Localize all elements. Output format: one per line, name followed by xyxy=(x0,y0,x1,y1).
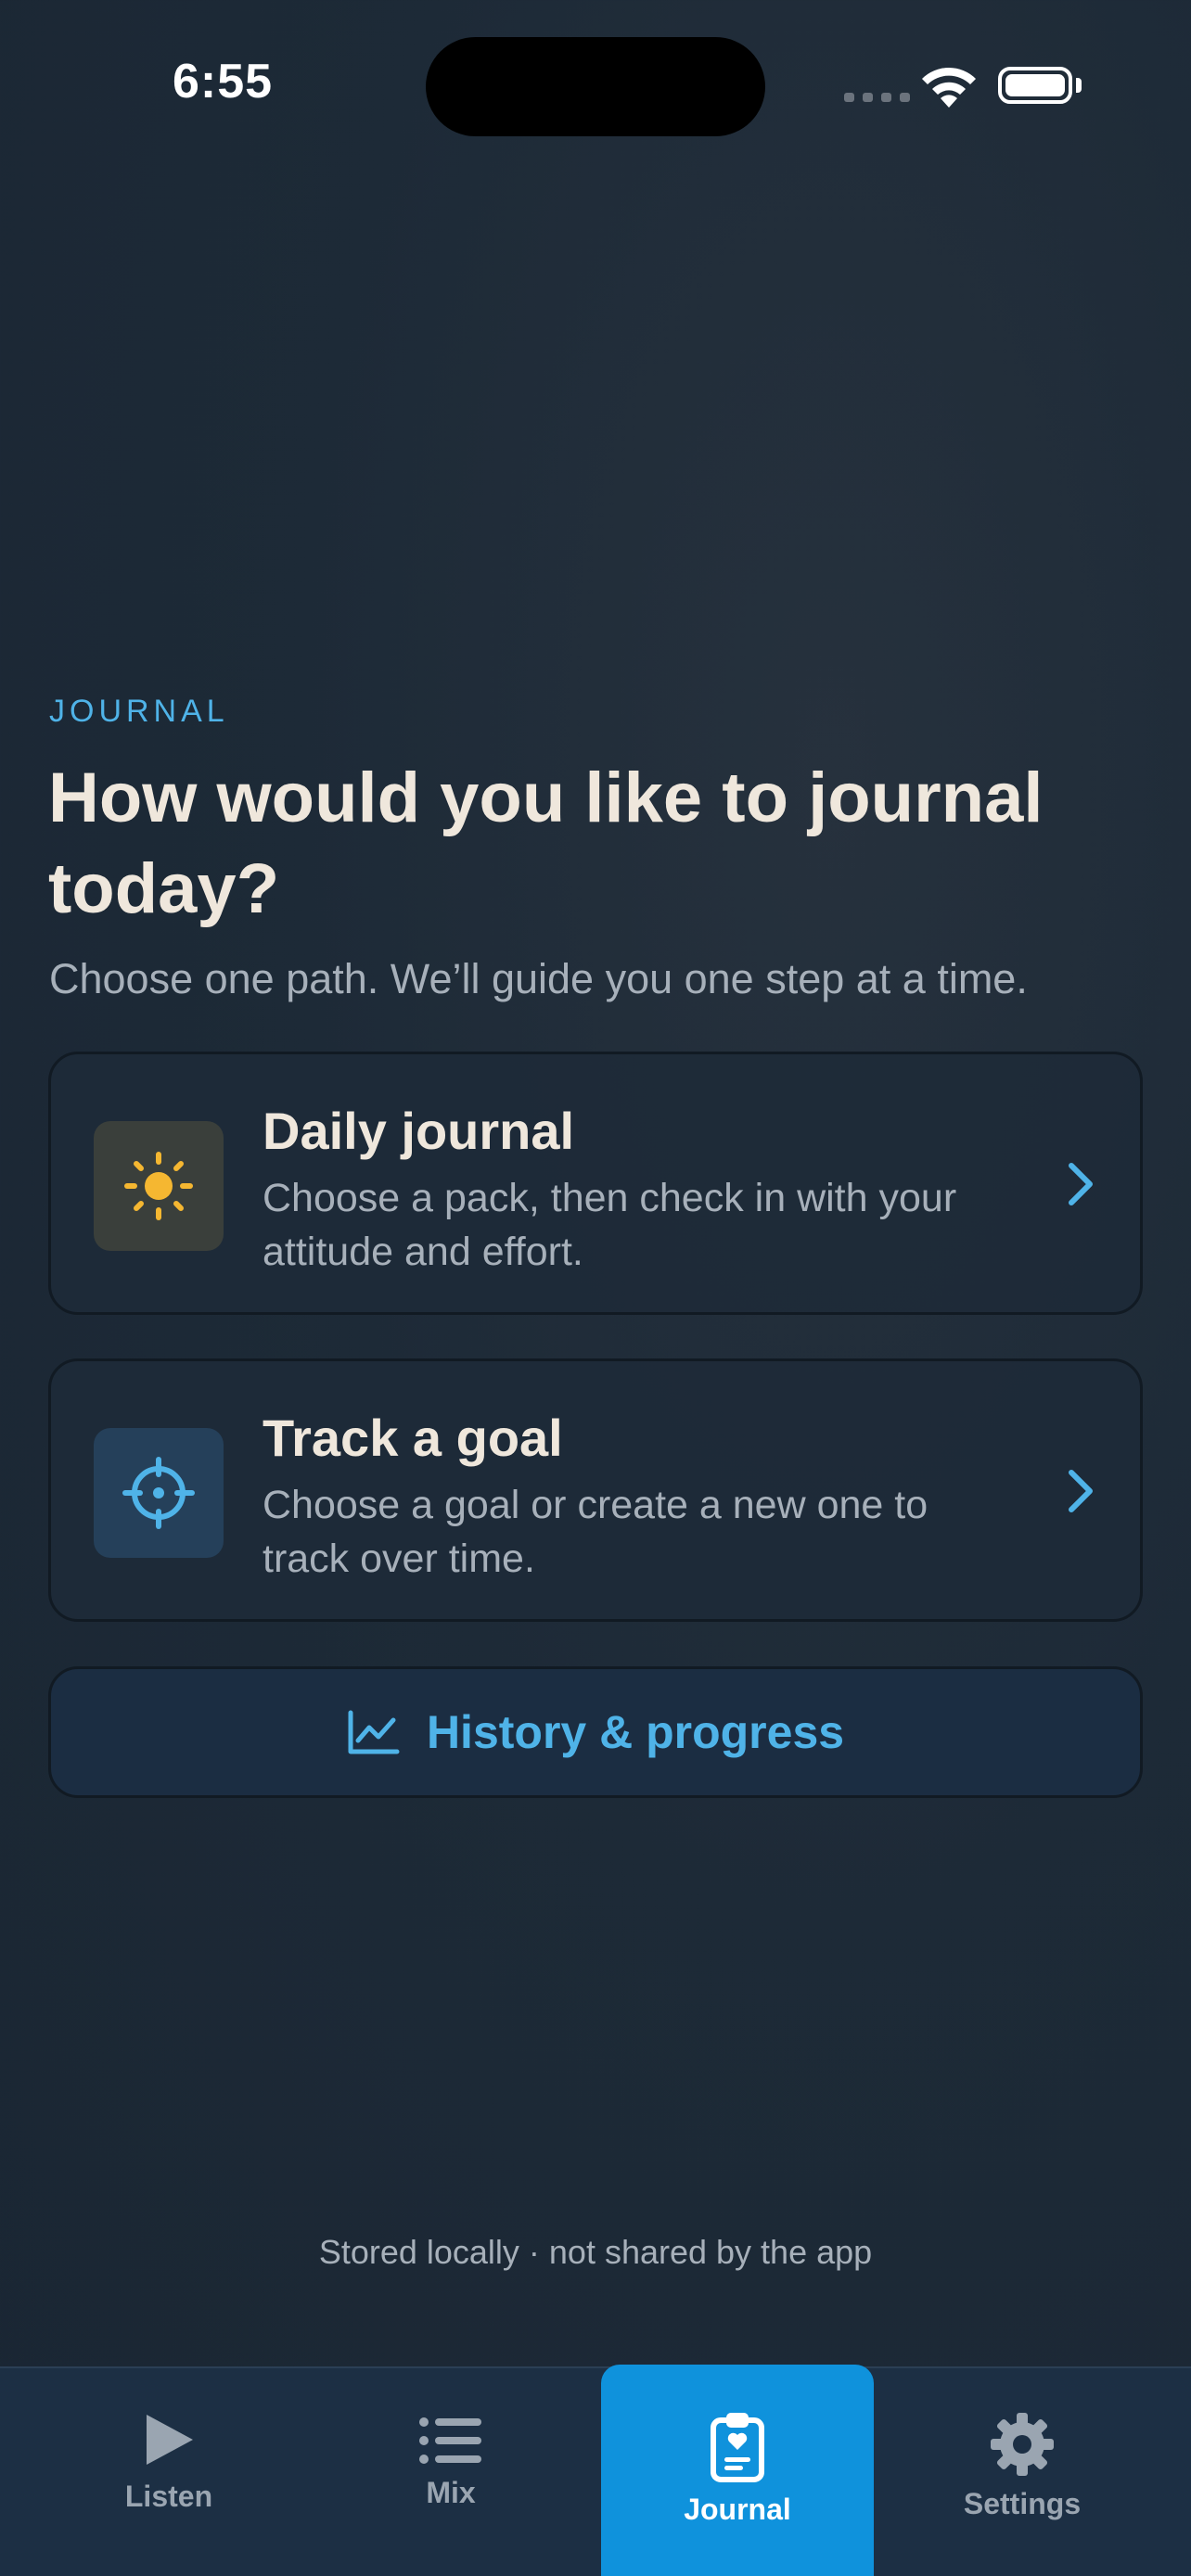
tab-listen-label: Listen xyxy=(124,2480,213,2513)
section-eyebrow: JOURNAL xyxy=(49,694,229,729)
track-goal-description: Choose a goal or create a new one to tra… xyxy=(263,1483,928,1581)
tab-mix-label: Mix xyxy=(426,2476,476,2509)
tab-journal[interactable]: Journal xyxy=(601,2365,874,2576)
cellular-signal-icon xyxy=(844,93,910,102)
chevron-right-icon xyxy=(1069,1163,1093,1205)
chevron-right-icon xyxy=(1069,1470,1093,1512)
history-progress-label: History & progress xyxy=(426,1706,845,1758)
clipboard-heart-icon xyxy=(711,2413,764,2482)
line-chart-icon xyxy=(348,1710,400,1754)
dynamic-island xyxy=(426,37,765,136)
tab-settings-label: Settings xyxy=(963,2487,1082,2520)
tab-bar: Listen Mix Journal Settings xyxy=(0,2365,1191,2576)
status-bar: 6:55 xyxy=(0,0,1191,176)
list-icon xyxy=(419,2417,481,2464)
page-subtitle: Choose one path. We’ll guide you one ste… xyxy=(49,955,1028,1002)
daily-journal-description: Choose a pack, then check in with your a… xyxy=(263,1176,957,1274)
daily-journal-title: Daily journal xyxy=(263,1102,575,1160)
crosshair-icon xyxy=(122,1457,195,1529)
tab-listen[interactable]: Listen xyxy=(83,2368,254,2576)
tab-settings[interactable]: Settings xyxy=(937,2368,1108,2576)
tab-journal-label: Journal xyxy=(684,2493,791,2526)
track-goal-title: Track a goal xyxy=(263,1409,563,1467)
gear-icon xyxy=(991,2413,1054,2476)
sun-icon xyxy=(124,1152,193,1220)
play-icon xyxy=(147,2415,193,2465)
wifi-icon xyxy=(922,67,976,108)
status-time: 6:55 xyxy=(173,55,274,108)
page-title: How would you like to journal today? xyxy=(48,759,1044,928)
daily-journal-card[interactable]: Daily journal Choose a pack, then check … xyxy=(48,1052,1143,1315)
history-progress-button[interactable]: History & progress xyxy=(48,1666,1143,1798)
daily-journal-icon-box xyxy=(94,1121,224,1251)
privacy-footnote: Stored locally · not shared by the app xyxy=(318,2233,873,2271)
tab-mix[interactable]: Mix xyxy=(365,2368,536,2576)
track-goal-card[interactable]: Track a goal Choose a goal or create a n… xyxy=(48,1358,1143,1622)
battery-cap xyxy=(1076,78,1082,93)
track-goal-icon-box xyxy=(94,1428,224,1558)
battery-icon xyxy=(998,67,1072,104)
